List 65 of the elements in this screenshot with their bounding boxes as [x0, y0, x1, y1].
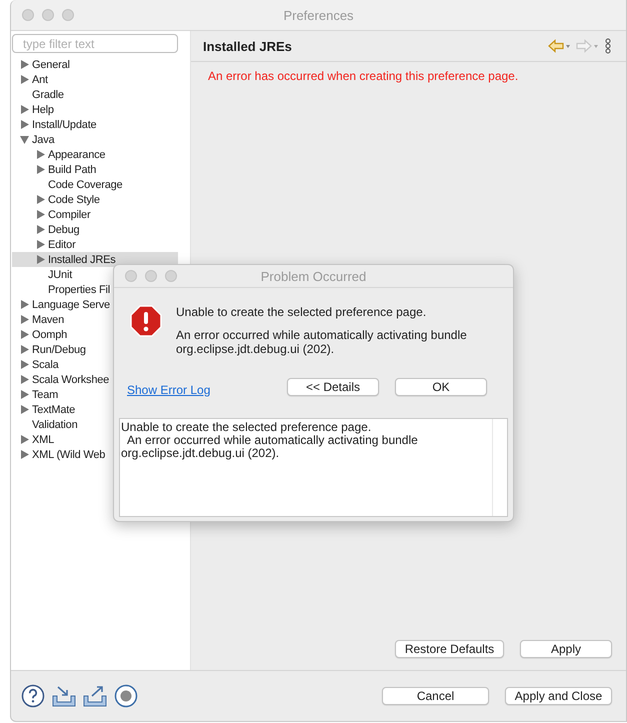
tree-item[interactable]: Installed JREs	[12, 252, 178, 267]
page-button[interactable]: Restore Defaults	[395, 640, 504, 658]
footer-button[interactable]: Apply and Close	[505, 687, 612, 705]
details-line: An error occurred while automatically activating bundle	[126, 434, 419, 447]
dialog-message: Unable to create the selected preference page.	[176, 305, 428, 319]
details-line: Unable to create the selected preference page.	[121, 421, 372, 434]
collapsed-arrow-icon[interactable]	[36, 165, 45, 174]
back-arrow-icon[interactable]	[548, 39, 572, 53]
tree-item[interactable]: Debug	[12, 222, 178, 237]
collapsed-arrow-icon[interactable]	[20, 435, 29, 444]
collapsed-arrow-icon[interactable]	[20, 330, 29, 339]
more-options-icon[interactable]	[604, 38, 612, 54]
dialog-title: Problem Occurred	[260, 268, 366, 284]
tree-item[interactable]: Code Style	[12, 192, 178, 207]
show-error-log-link[interactable]: Show Error Log	[127, 383, 210, 397]
tree-item[interactable]: TextMate	[12, 402, 178, 417]
dialog-button[interactable]: << Details	[287, 378, 379, 396]
tree-item[interactable]: Code Coverage	[12, 177, 178, 192]
collapsed-arrow-icon[interactable]	[20, 300, 29, 309]
error-icon	[130, 305, 162, 337]
collapsed-arrow-icon[interactable]	[20, 120, 29, 129]
page-button[interactable]: Apply	[520, 640, 612, 658]
collapsed-arrow-icon[interactable]	[20, 390, 29, 399]
help-icon[interactable]	[21, 684, 45, 708]
tree-item[interactable]: Maven	[12, 312, 178, 327]
dialog-detail: An error occurred while automatically activating bundle org.eclipse.jdt.debug.ui (202).	[176, 328, 468, 356]
tree-item[interactable]: Install/Update	[12, 117, 178, 132]
collapsed-arrow-icon[interactable]	[20, 60, 29, 69]
collapsed-arrow-icon[interactable]	[20, 345, 29, 354]
tree-item[interactable]: General	[12, 57, 178, 72]
tree-item[interactable]: Build Path	[12, 162, 178, 177]
collapsed-arrow-icon[interactable]	[20, 450, 29, 459]
filter-field[interactable]: type filter text	[12, 34, 178, 53]
details-text-area[interactable]: Unable to create the selected preference page. An error occurred while automatically activating bundle org.eclipse.jdt.debug.ui (202).	[119, 418, 508, 517]
export-icon[interactable]	[83, 684, 107, 708]
footer-button[interactable]: Cancel	[382, 687, 489, 705]
collapsed-arrow-icon[interactable]	[36, 225, 45, 234]
tree-item[interactable]: Ant	[12, 72, 178, 87]
collapsed-arrow-icon[interactable]	[20, 75, 29, 84]
tree-item[interactable]: Gradle	[12, 87, 178, 102]
page-title: Installed JREs	[203, 38, 292, 54]
tree-item[interactable]: Appearance	[12, 147, 178, 162]
tree-item[interactable]: Language Serve	[12, 297, 178, 312]
window-title: Preferences	[283, 8, 354, 22]
expanded-arrow-icon[interactable]	[20, 135, 29, 144]
tree-item[interactable]: Editor	[12, 237, 178, 252]
error-message: An error has occurred when creating this preference page.	[207, 68, 520, 85]
dialog-button[interactable]: OK	[395, 378, 487, 396]
collapsed-arrow-icon[interactable]	[36, 150, 45, 159]
tree-item[interactable]: Help	[12, 102, 178, 117]
collapsed-arrow-icon[interactable]	[20, 375, 29, 384]
import-icon[interactable]	[52, 684, 76, 708]
collapsed-arrow-icon[interactable]	[20, 315, 29, 324]
collapsed-arrow-icon[interactable]	[20, 360, 29, 369]
tree-item[interactable]: Scala	[12, 357, 178, 372]
collapsed-arrow-icon[interactable]	[20, 105, 29, 114]
details-line: org.eclipse.jdt.debug.ui (202).	[121, 447, 280, 460]
tree-item[interactable]: Java	[12, 132, 178, 147]
collapsed-arrow-icon[interactable]	[36, 210, 45, 219]
record-icon[interactable]	[114, 684, 138, 708]
collapsed-arrow-icon[interactable]	[36, 195, 45, 204]
collapsed-arrow-icon[interactable]	[36, 240, 45, 249]
tree-item[interactable]: Compiler	[12, 207, 178, 222]
collapsed-arrow-icon[interactable]	[36, 255, 45, 264]
collapsed-arrow-icon[interactable]	[20, 405, 29, 414]
